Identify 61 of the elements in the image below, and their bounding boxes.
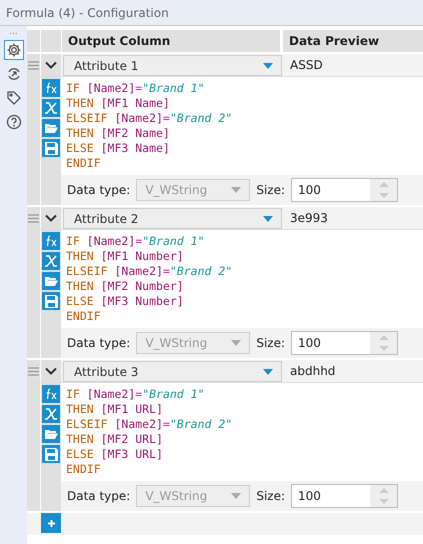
folder-icon xyxy=(44,275,58,287)
drag-handle-icon[interactable] xyxy=(28,214,39,222)
dropdown-arrow-icon xyxy=(231,340,242,346)
data-type-label: Data type: xyxy=(67,336,130,350)
circular-arrow-icon xyxy=(6,66,22,82)
size-field[interactable]: 100 xyxy=(291,178,398,202)
data-preview: 3e993 xyxy=(289,210,328,227)
dropdown-arrow-icon xyxy=(231,493,242,499)
data-preview: ASSD xyxy=(289,57,323,74)
size-label: Size: xyxy=(256,489,286,503)
save-button[interactable] xyxy=(42,445,60,463)
variable-button[interactable] xyxy=(42,252,60,270)
function-button[interactable] xyxy=(42,232,60,250)
size-label: Size: xyxy=(256,336,286,350)
data-preview: abdhhd xyxy=(289,363,336,380)
more-text: ... xyxy=(9,28,18,36)
save-button[interactable] xyxy=(42,139,60,157)
fx-icon xyxy=(44,234,58,248)
help-icon xyxy=(6,114,22,130)
save-icon xyxy=(44,448,58,460)
function-button[interactable] xyxy=(42,385,60,403)
open-button[interactable] xyxy=(42,119,60,137)
function-button[interactable] xyxy=(42,79,60,97)
fx-icon xyxy=(44,387,58,401)
save-button[interactable] xyxy=(42,292,60,310)
open-button[interactable] xyxy=(42,425,60,443)
chevron-icon[interactable] xyxy=(45,214,57,222)
variable-button[interactable] xyxy=(42,405,60,423)
variable-icon xyxy=(44,407,58,421)
sidebar-button[interactable] xyxy=(4,40,24,60)
fx-icon xyxy=(44,81,58,95)
save-icon xyxy=(44,142,58,154)
save-icon xyxy=(44,294,58,308)
add-button[interactable] xyxy=(41,513,61,533)
tag-icon xyxy=(6,90,22,106)
folder-icon xyxy=(44,428,58,440)
variable-icon xyxy=(44,101,58,115)
column-dropdown[interactable]: Attribute 1 xyxy=(63,55,282,76)
data-type-label: Data type: xyxy=(67,489,130,503)
dropdown-arrow-icon xyxy=(263,62,273,68)
drag-handle-icon[interactable] xyxy=(28,366,39,376)
size-field[interactable]: 100 xyxy=(291,331,398,355)
column-header: Data Preview xyxy=(288,33,380,50)
size-field[interactable]: 100 xyxy=(291,484,398,508)
settings-icon xyxy=(6,42,22,58)
folder-icon xyxy=(44,122,58,134)
data-type-label: Data type: xyxy=(67,183,130,197)
variable-icon xyxy=(44,254,58,268)
chevron-icon[interactable] xyxy=(45,61,57,69)
chevron-icon[interactable] xyxy=(45,367,57,375)
open-button[interactable] xyxy=(42,272,60,290)
window-title: Formula (4) - Configuration xyxy=(0,0,423,26)
dropdown-arrow-icon xyxy=(263,368,273,374)
size-label: Size: xyxy=(256,183,286,197)
drag-handle-icon[interactable] xyxy=(28,60,39,70)
variable-button[interactable] xyxy=(42,99,60,117)
column-dropdown[interactable]: Attribute 3 xyxy=(63,361,282,382)
dropdown-arrow-icon xyxy=(263,216,273,222)
dropdown-arrow-icon xyxy=(231,187,242,193)
column-dropdown[interactable]: Attribute 2 xyxy=(63,208,282,229)
plus-icon xyxy=(46,518,56,528)
